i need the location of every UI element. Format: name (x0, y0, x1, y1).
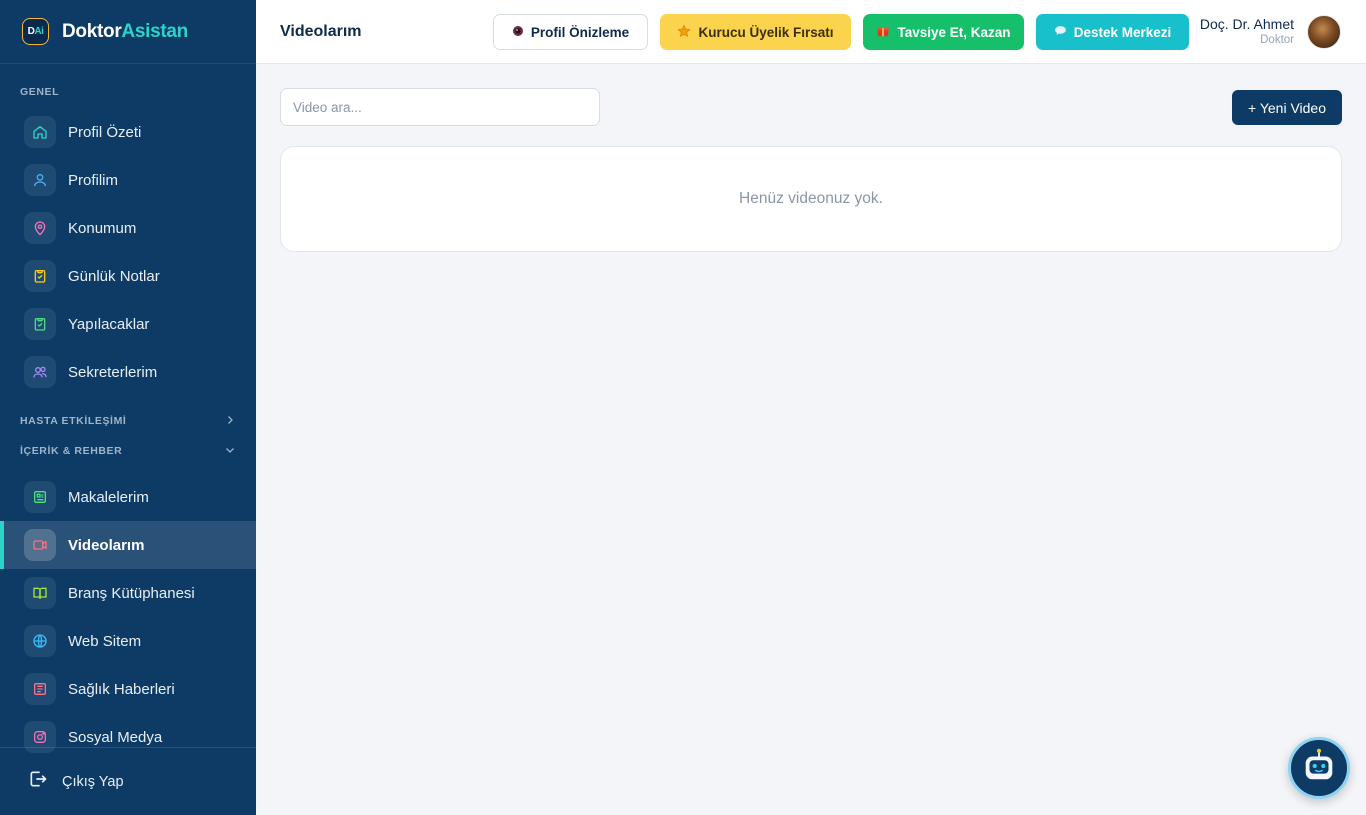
eye-icon (512, 25, 524, 40)
star-icon (677, 23, 691, 41)
avatar[interactable] (1307, 15, 1341, 49)
section-general-label: GENEL (20, 86, 60, 98)
sidebar-item-label: Yapılacaklar (68, 315, 150, 333)
sidebar-item-profil-ozeti[interactable]: Profil Özeti (0, 108, 256, 156)
sidebar-item-brans-kutuphanesi[interactable]: Branş Kütüphanesi (0, 569, 256, 617)
empty-state-card: Henüz videonuz yok. (280, 146, 1342, 252)
sidebar-item-label: Sekreterlerim (68, 363, 158, 381)
user-name: Doç. Dr. Ahmet (1199, 16, 1294, 32)
chatbot-button[interactable] (1288, 737, 1350, 799)
clipboard-icon (24, 308, 56, 340)
sidebar-item-label: Sosyal Medya (68, 728, 163, 746)
support-center-label: Destek Merkezi (1073, 24, 1172, 40)
sidebar-item-gunluk-notlar[interactable]: Günlük Notlar (0, 252, 256, 300)
logout-label: Çıkış Yap (62, 773, 124, 790)
sidebar-item-label: Makalelerim (68, 488, 149, 506)
support-center-button[interactable]: Destek Merkezi (1036, 14, 1189, 50)
sidebar-item-makalelerim[interactable]: Makalelerim (0, 473, 256, 521)
refer-earn-button[interactable]: Tavsiye Et, Kazan (863, 14, 1024, 50)
founder-membership-button[interactable]: Kurucu Üyelik Fırsatı (660, 14, 851, 50)
empty-state-message: Henüz videonuz yok. (739, 190, 883, 207)
sidebar-item-label: Profil Özeti (68, 123, 142, 141)
video-icon (24, 529, 56, 561)
founder-membership-label: Kurucu Üyelik Fırsatı (698, 24, 834, 40)
sidebar-item-label: Branş Kütüphanesi (68, 584, 195, 602)
brand-name-part2: Asistan (121, 20, 188, 42)
logo-letter-d: D (27, 26, 35, 37)
section-icerik-rehber[interactable]: İÇERİK & REHBER (0, 438, 256, 464)
page-title: Videolarım (280, 22, 362, 40)
newspaper-icon (24, 481, 56, 513)
map-pin-icon (24, 212, 56, 244)
refer-earn-label: Tavsiye Et, Kazan (897, 24, 1011, 40)
sidebar-item-label: Konumum (68, 219, 137, 237)
sidebar-item-label: Profilim (68, 171, 119, 189)
section-content-label: İÇERİK & REHBER (20, 445, 123, 457)
sidebar-item-videolarim[interactable]: Videolarım (0, 521, 256, 569)
profile-preview-button[interactable]: Profil Önizleme (493, 14, 648, 50)
sidebar-item-web-sitem[interactable]: Web Sitem (0, 617, 256, 665)
section-patient-label: HASTA ETKİLEŞİMİ (20, 415, 127, 427)
new-video-button[interactable]: + Yeni Video (1232, 90, 1342, 125)
sidebar-item-konumum[interactable]: Konumum (0, 204, 256, 252)
video-search-input[interactable] (280, 88, 600, 126)
chevron-right-icon (224, 414, 236, 429)
logout-icon (28, 769, 48, 794)
sidebar-item-label: Web Sitem (68, 632, 142, 650)
book-icon (24, 577, 56, 609)
chat-bubble-icon (1054, 24, 1067, 40)
gift-icon (876, 24, 890, 41)
profile-preview-label: Profil Önizleme (530, 24, 630, 40)
brand[interactable]: D Ai DoktorAsistan (0, 0, 256, 64)
sidebar-item-profilim[interactable]: Profilim (0, 156, 256, 204)
brand-logo: D Ai (22, 18, 49, 45)
top-header: Videolarım Profil Önizleme Kurucu Üyelik… (256, 0, 1366, 64)
sidebar-item-label: Günlük Notlar (68, 267, 160, 285)
chevron-down-icon (224, 444, 236, 459)
brand-name-part1: Doktor (62, 20, 122, 42)
news-icon (24, 673, 56, 705)
logout-button[interactable]: Çıkış Yap (0, 747, 256, 815)
users-icon (24, 356, 56, 388)
clipboard-check-icon (24, 260, 56, 292)
user-role: Doktor (1260, 34, 1294, 46)
robot-icon (1300, 747, 1338, 790)
home-icon (24, 116, 56, 148)
sidebar-item-label: Sağlık Haberleri (68, 680, 175, 698)
section-hasta-etkilesimi[interactable]: HASTA ETKİLEŞİMİ (0, 396, 256, 438)
sidebar-item-label: Videolarım (68, 536, 145, 554)
section-general: GENEL (0, 76, 256, 108)
globe-icon (24, 625, 56, 657)
sidebar: D Ai DoktorAsistan GENEL Profil Özeti Pro… (0, 0, 256, 815)
sidebar-item-sekreterlerim[interactable]: Sekreterlerim (0, 348, 256, 396)
logo-letter-ai: Ai (34, 26, 44, 37)
user-info[interactable]: Doç. Dr. Ahmet Doktor (1200, 16, 1294, 46)
user-icon (24, 164, 56, 196)
brand-name: DoktorAsistan (62, 21, 188, 43)
sidebar-item-yapilacaklar[interactable]: Yapılacaklar (0, 300, 256, 348)
sidebar-item-saglik-haberleri[interactable]: Sağlık Haberleri (0, 665, 256, 713)
